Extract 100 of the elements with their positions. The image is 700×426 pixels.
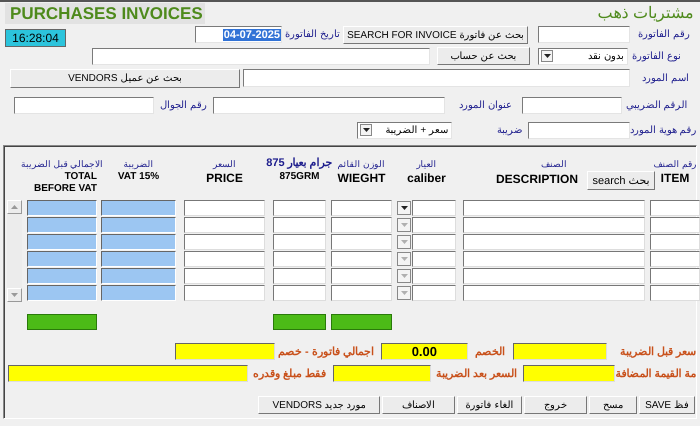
table-cell[interactable] (273, 285, 326, 301)
table-cell[interactable] (184, 234, 265, 250)
table-cell[interactable] (27, 285, 97, 301)
search-button[interactable]: search بحث (587, 171, 655, 190)
net-total-field[interactable] (175, 343, 275, 360)
table-cell[interactable] (101, 285, 176, 301)
table-cell[interactable] (101, 234, 176, 250)
table-cell[interactable] (331, 234, 392, 250)
amount-words-field[interactable] (8, 365, 248, 382)
up-arrow-icon[interactable] (11, 205, 18, 209)
field-label: ضريبة (496, 124, 522, 136)
field-label: سعر قبل الضريبة (620, 345, 696, 358)
caret-icon (400, 291, 408, 295)
action-button[interactable]: VENDORS مورد جديد (258, 396, 380, 414)
table-cell[interactable] (412, 268, 456, 284)
form-title: PURCHASES INVOICES (5, 3, 205, 24)
table-cell[interactable] (463, 217, 645, 233)
table-cell[interactable] (412, 285, 456, 301)
table-cell[interactable] (101, 251, 176, 267)
caret-icon (400, 206, 408, 210)
scroll-bar[interactable] (7, 200, 22, 302)
action-button[interactable]: الاصناف (382, 396, 455, 414)
field-label: رقم هوية المورد (630, 124, 697, 136)
caret-icon (400, 274, 408, 278)
table-cell[interactable] (184, 251, 265, 267)
field-label: السعر بعد الضريبة (436, 367, 518, 380)
table-cell[interactable] (463, 285, 645, 301)
table-cell[interactable] (101, 268, 176, 284)
invoice-type-dropdown[interactable]: بدون نقد (538, 48, 628, 64)
vendor-name-field[interactable] (243, 69, 630, 87)
invoice-number-field[interactable] (538, 26, 630, 43)
table-cell[interactable] (184, 268, 265, 284)
caret-icon (400, 257, 408, 261)
search-invoice-button[interactable]: SEARCH FOR INVOICE بحث عن فاتورة (343, 26, 528, 44)
table-cell[interactable] (331, 268, 392, 284)
column-header: الضريبة (124, 159, 154, 169)
table-cell[interactable] (463, 234, 645, 250)
table-cell[interactable] (650, 251, 700, 267)
mobile-field[interactable] (14, 96, 154, 114)
table-cell[interactable] (331, 285, 392, 301)
table-cell[interactable] (27, 217, 97, 233)
discount-field[interactable]: 0.00 (380, 343, 468, 360)
table-cell[interactable] (650, 285, 700, 301)
table-cell[interactable] (273, 268, 326, 284)
field-label: رقم الفاتورة (638, 28, 690, 40)
action-button[interactable]: خروج (524, 396, 587, 414)
table-cell[interactable] (273, 217, 326, 233)
vendor-id-field[interactable] (528, 122, 630, 138)
table-cell[interactable] (650, 217, 700, 233)
table-cell[interactable] (331, 251, 392, 267)
table-cell[interactable] (463, 251, 645, 267)
table-cell[interactable] (101, 217, 176, 233)
form-subtitle: مشتريات ذهب (598, 4, 694, 23)
column-header: ITEM (660, 171, 690, 185)
table-cell[interactable] (331, 200, 392, 216)
clock-display: 16:28:04 (5, 29, 66, 47)
table-cell[interactable] (27, 251, 97, 267)
tax-number-field[interactable] (522, 96, 622, 114)
action-button[interactable]: الغاء فاتورة (457, 396, 522, 414)
table-cell[interactable] (650, 200, 700, 216)
account-field[interactable] (92, 48, 430, 64)
column-header: العيار (416, 159, 436, 169)
table-cell[interactable] (412, 251, 456, 267)
table-cell[interactable] (412, 217, 456, 233)
tax-dropdown[interactable]: سعر + الضريبة (357, 122, 452, 138)
column-header: caliber (407, 171, 446, 185)
table-cell[interactable] (101, 200, 176, 216)
action-button[interactable]: SAVE فظ (639, 396, 695, 414)
price-after-tax-field[interactable] (333, 365, 432, 382)
table-cell[interactable] (463, 200, 645, 216)
table-cell[interactable] (27, 268, 97, 284)
search-vendor-button[interactable]: VENDORS بحث عن عميل (10, 68, 240, 88)
table-cell[interactable] (273, 200, 326, 216)
column-header: 875GRM (279, 171, 320, 182)
search-account-button[interactable]: بحث عن حساب (437, 47, 530, 65)
down-arrow-icon[interactable] (11, 293, 18, 297)
column-header: الوزن القائم (338, 159, 386, 169)
table-cell[interactable] (184, 200, 265, 216)
table-cell[interactable] (331, 217, 392, 233)
date-field[interactable]: 04-07-2025 (195, 26, 282, 43)
table-cell[interactable] (184, 217, 265, 233)
table-cell[interactable] (412, 200, 456, 216)
dropdown-button[interactable] (397, 201, 411, 215)
table-cell[interactable] (273, 234, 326, 250)
column-header: PRICE (206, 171, 243, 185)
vat-field[interactable] (523, 365, 616, 382)
table-cell[interactable] (273, 251, 326, 267)
table-cell[interactable] (463, 268, 645, 284)
column-header: الاجمالي قبل الضريبة (21, 159, 104, 169)
table-cell[interactable] (27, 234, 97, 250)
address-field[interactable] (212, 96, 445, 114)
table-cell[interactable] (27, 200, 97, 216)
table-cell[interactable] (412, 234, 456, 250)
table-cell[interactable] (184, 285, 265, 301)
price-before-tax-field[interactable] (512, 343, 607, 360)
action-button[interactable]: مسح (589, 396, 637, 414)
table-cell[interactable] (650, 234, 700, 250)
table-cell[interactable] (650, 268, 700, 284)
caret-icon (362, 128, 370, 132)
field-label: نوع الفاتورة (632, 50, 681, 62)
